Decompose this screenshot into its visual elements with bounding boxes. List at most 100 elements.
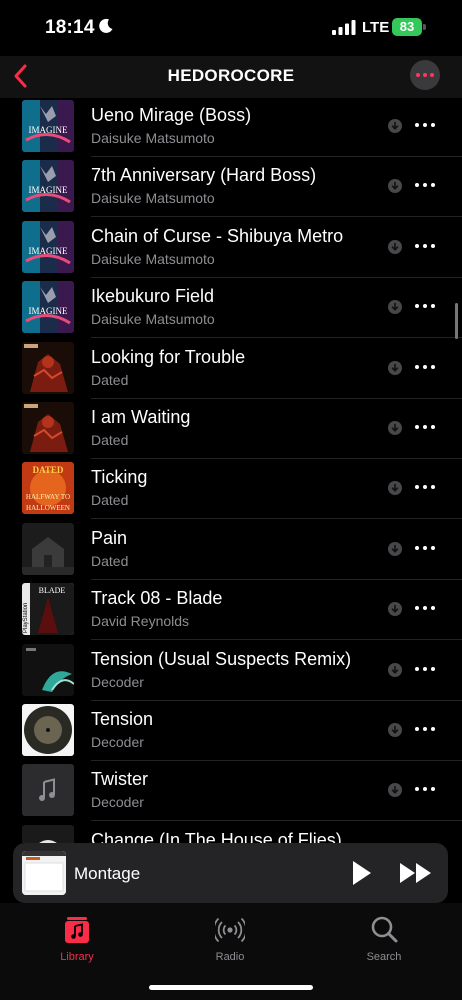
home-indicator[interactable]: [149, 985, 313, 990]
download-icon[interactable]: [388, 783, 402, 798]
album-artwork: [22, 341, 74, 394]
song-artist: Daisuke Matsumoto: [91, 311, 215, 328]
song-title: Ueno Mirage (Boss): [91, 105, 252, 125]
battery-level: 83: [399, 19, 415, 34]
more-options-button[interactable]: [410, 60, 440, 90]
scroll-indicator[interactable]: [455, 303, 458, 339]
download-icon[interactable]: [388, 421, 402, 435]
album-artwork: [22, 704, 74, 756]
network-type: LTE: [362, 19, 390, 36]
download-icon[interactable]: [388, 119, 402, 133]
song-title: Tension (Usual Suspects Remix): [91, 648, 352, 669]
song-row[interactable]: Tension Decoder: [0, 701, 462, 761]
battery-tip: [423, 24, 426, 30]
song-more-options-icon[interactable]: [415, 425, 435, 431]
song-more-options-icon[interactable]: [415, 545, 435, 552]
song-row[interactable]: IMAGINE 7th Anniversary (Hard Boss) Daisuk…: [0, 157, 462, 218]
download-icon[interactable]: [388, 300, 402, 315]
tab-library[interactable]: Library: [27, 915, 127, 975]
download-icon[interactable]: [388, 602, 402, 617]
song-row[interactable]: IMAGINE Ikebukuro Field Daisuke Matsumoto: [0, 278, 462, 339]
battery-icon: 83: [392, 18, 422, 36]
art-caption: IMAGINE: [29, 185, 68, 195]
song-artist: Dated: [91, 371, 129, 388]
fast-forward-icon[interactable]: [398, 860, 434, 886]
music-library-icon: [65, 917, 89, 943]
art-caption: PlayStation: [23, 603, 29, 633]
download-icon[interactable]: [388, 179, 402, 194]
song-artist: David Reynolds: [91, 613, 190, 630]
download-icon[interactable]: [388, 541, 402, 556]
album-artwork: IMAGINE: [22, 281, 74, 334]
song-row[interactable]: Twister Decoder: [0, 761, 462, 822]
song-artist: Decoder: [91, 794, 144, 811]
song-artist: Daisuke Matsumoto: [91, 190, 215, 207]
song-artist: Daisuke Matsumoto: [91, 250, 215, 267]
tab-search[interactable]: Search: [334, 915, 434, 975]
song-artist: Dated: [91, 552, 129, 569]
song-title: Tension: [91, 709, 154, 729]
art-caption: IMAGINE: [29, 125, 68, 135]
song-title: I am Waiting: [91, 407, 191, 427]
status-time: 18:14: [45, 17, 95, 38]
album-artwork: [22, 522, 74, 575]
song-row[interactable]: Change (In The House of Flies): [0, 822, 462, 843]
song-more-options-icon[interactable]: [415, 666, 435, 673]
song-title: Chain of Curse - Shibuya Metro: [91, 225, 344, 246]
song-title: Ticking: [91, 467, 148, 488]
album-artwork: IMAGINE: [22, 100, 74, 152]
play-icon[interactable]: [347, 858, 375, 888]
mini-player[interactable]: Montage: [13, 843, 448, 903]
art-caption: HALLOWEEN: [26, 504, 70, 512]
art-caption: IMAGINE: [29, 306, 68, 316]
song-title: Looking for Trouble: [91, 346, 246, 367]
album-artwork: [22, 402, 74, 454]
song-row[interactable]: I am Waiting Dated: [0, 399, 462, 459]
song-more-options-icon[interactable]: [415, 787, 435, 793]
song-title: Pain: [91, 527, 128, 548]
album-artwork: [22, 764, 74, 817]
moon-icon: [99, 18, 113, 33]
song-more-options-icon[interactable]: [415, 183, 435, 189]
navigation-bar: HEDOROCORE: [0, 56, 462, 98]
song-more-options-icon[interactable]: [415, 606, 435, 612]
tab-radio[interactable]: Radio: [180, 915, 280, 975]
download-icon[interactable]: [388, 723, 402, 737]
download-icon[interactable]: [388, 481, 402, 496]
download-icon[interactable]: [388, 360, 402, 375]
music-note-icon: [22, 764, 74, 817]
song-artist: Dated: [91, 492, 129, 509]
song-row[interactable]: Pain Dated: [0, 520, 462, 580]
song-list[interactable]: IMAGINE Ueno Mirage (Boss) Daisuke Matsumo…: [0, 98, 462, 843]
song-more-options-icon[interactable]: [415, 304, 435, 310]
album-artwork: IMAGINE: [22, 160, 74, 213]
song-artist: Decoder: [91, 673, 144, 690]
song-title: Track 08 - Blade: [91, 588, 223, 609]
song-row[interactable]: Looking for Trouble Dated: [0, 339, 462, 399]
song-artist: Daisuke Matsumoto: [91, 130, 215, 146]
song-artist: Dated: [91, 432, 129, 448]
download-icon[interactable]: [388, 239, 402, 254]
tab-label-search: Search: [366, 951, 402, 963]
song-title: 7th Anniversary (Hard Boss): [91, 165, 317, 186]
song-title: Ikebukuro Field: [91, 286, 215, 307]
status-bar: 18:14 LTE 83: [0, 0, 462, 56]
song-more-options-icon[interactable]: [415, 727, 435, 733]
song-more-options-icon[interactable]: [415, 243, 435, 250]
song-more-options-icon[interactable]: [415, 123, 435, 129]
cellular-signal-icon: [332, 20, 356, 35]
magnifier-icon: [371, 916, 398, 943]
art-caption: IMAGINE: [29, 246, 68, 256]
mini-player-artwork: [22, 851, 66, 895]
song-row[interactable]: Tension (Usual Suspects Remix) Decoder: [0, 641, 462, 701]
song-row[interactable]: DATED HALFWAY TO HALLOWEEN Ticking Dated: [0, 459, 462, 520]
song-row[interactable]: BLADE PlayStation Track 08 - Blade David Re…: [0, 580, 462, 641]
radio-broadcast-icon: [215, 917, 245, 943]
song-more-options-icon[interactable]: [415, 485, 435, 491]
song-row[interactable]: IMAGINE Ueno Mirage (Boss) Daisuke Matsumo…: [0, 98, 462, 157]
song-more-options-icon[interactable]: [415, 364, 435, 371]
song-row[interactable]: IMAGINE Chain of Curse - Shibuya Metro Dai…: [0, 218, 462, 278]
download-icon[interactable]: [388, 662, 402, 677]
art-caption: DATED: [33, 465, 64, 475]
album-artwork: DATED HALFWAY TO HALLOWEEN: [22, 462, 74, 515]
